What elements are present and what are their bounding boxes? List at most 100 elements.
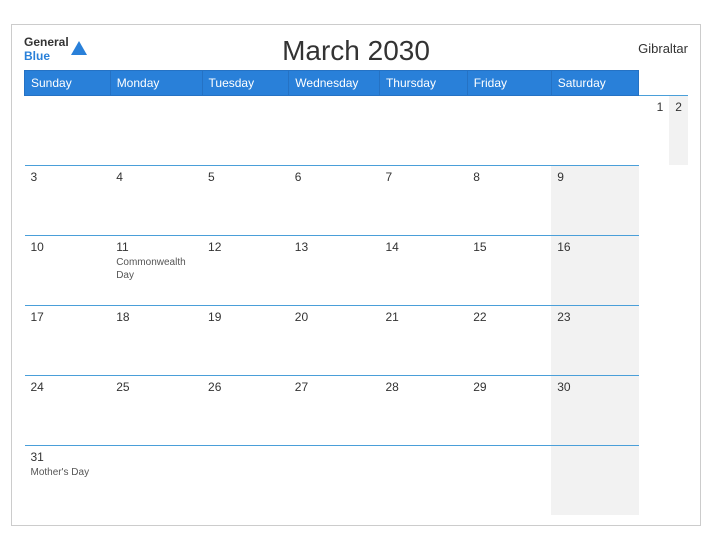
calendar-week-row: 24 25 26 27 28 29 30 [25,375,689,445]
weekday-saturday: Saturday [551,70,638,95]
day-event: Commonwealth Day [116,256,196,282]
weekday-tuesday: Tuesday [202,70,289,95]
calendar-region: Gibraltar [638,35,688,56]
day-number: 20 [295,310,374,324]
calendar-day: 12 [202,235,289,305]
calendar-day: 2 [669,95,688,165]
day-number: 3 [31,170,105,184]
calendar-day [289,445,380,515]
weekday-sunday: Sunday [25,70,111,95]
calendar-day [202,445,289,515]
day-number: 27 [295,380,374,394]
calendar-day [467,445,551,515]
day-number: 29 [473,380,545,394]
calendar-day: 25 [110,375,202,445]
weekday-wednesday: Wednesday [289,70,380,95]
calendar-day: 18 [110,305,202,375]
calendar-day [551,95,638,165]
calendar-day: 3 [25,165,111,235]
logo: General Blue [24,35,87,64]
calendar-header: General Blue March 2030 Gibraltar [24,35,688,64]
weekday-header-row: Sunday Monday Tuesday Wednesday Thursday… [25,70,689,95]
calendar-day-empty [25,95,111,165]
calendar-day: 9 [551,165,638,235]
calendar-day-empty [202,95,289,165]
calendar-day: 10 [25,235,111,305]
calendar-day: 31 Mother's Day [25,445,111,515]
logo-blue-text: Blue [24,49,50,63]
calendar-day: 16 [551,235,638,305]
day-number: 6 [295,170,374,184]
day-number: 11 [116,240,196,254]
day-number: 13 [295,240,374,254]
calendar-day [639,95,651,165]
calendar-day: 11 Commonwealth Day [110,235,202,305]
calendar-day: 5 [202,165,289,235]
calendar-day: 29 [467,375,551,445]
day-number: 12 [208,240,283,254]
calendar-day [467,95,551,165]
calendar-day: 13 [289,235,380,305]
calendar-day: 17 [25,305,111,375]
calendar-day: 7 [379,165,467,235]
calendar-day-empty [110,95,202,165]
calendar-day: 26 [202,375,289,445]
day-number: 16 [557,240,632,254]
calendar-day [379,445,467,515]
calendar-day: 8 [467,165,551,235]
weekday-thursday: Thursday [379,70,467,95]
calendar-day: 1 [651,95,670,165]
logo-general-text: General [24,35,69,49]
calendar-day [379,95,467,165]
calendar-week-row: 31 Mother's Day [25,445,689,515]
day-number: 31 [31,450,105,464]
day-number: 2 [675,100,682,114]
calendar-day: 21 [379,305,467,375]
day-number: 14 [385,240,461,254]
day-number: 21 [385,310,461,324]
calendar: General Blue March 2030 Gibraltar Sunday… [11,24,701,526]
day-number: 15 [473,240,545,254]
day-number: 9 [557,170,632,184]
calendar-week-row: 12 [25,95,689,165]
calendar-day: 27 [289,375,380,445]
calendar-day: 30 [551,375,638,445]
calendar-day: 6 [289,165,380,235]
calendar-day: 24 [25,375,111,445]
day-number: 24 [31,380,105,394]
weekday-monday: Monday [110,70,202,95]
weekday-friday: Friday [467,70,551,95]
calendar-day-empty [289,95,380,165]
day-number: 18 [116,310,196,324]
day-number: 8 [473,170,545,184]
day-number: 30 [557,380,632,394]
day-number: 4 [116,170,196,184]
calendar-day: 4 [110,165,202,235]
day-number: 19 [208,310,283,324]
calendar-day: 20 [289,305,380,375]
calendar-day [551,445,638,515]
calendar-title: March 2030 [282,35,430,67]
day-number: 7 [385,170,461,184]
calendar-table: Sunday Monday Tuesday Wednesday Thursday… [24,70,688,516]
calendar-day: 22 [467,305,551,375]
calendar-day: 28 [379,375,467,445]
calendar-day: 15 [467,235,551,305]
calendar-week-row: 17 18 19 20 21 22 23 [25,305,689,375]
day-number: 5 [208,170,283,184]
day-number: 26 [208,380,283,394]
day-number: 25 [116,380,196,394]
day-number: 23 [557,310,632,324]
day-event: Mother's Day [31,466,105,479]
calendar-day: 14 [379,235,467,305]
calendar-day: 19 [202,305,289,375]
calendar-day [110,445,202,515]
day-number: 22 [473,310,545,324]
day-number: 10 [31,240,105,254]
day-number: 17 [31,310,105,324]
calendar-week-row: 10 11 Commonwealth Day 12 13 14 15 16 [25,235,689,305]
calendar-week-row: 3456789 [25,165,689,235]
logo-triangle-icon [71,41,87,55]
day-number: 1 [657,100,664,114]
calendar-day: 23 [551,305,638,375]
